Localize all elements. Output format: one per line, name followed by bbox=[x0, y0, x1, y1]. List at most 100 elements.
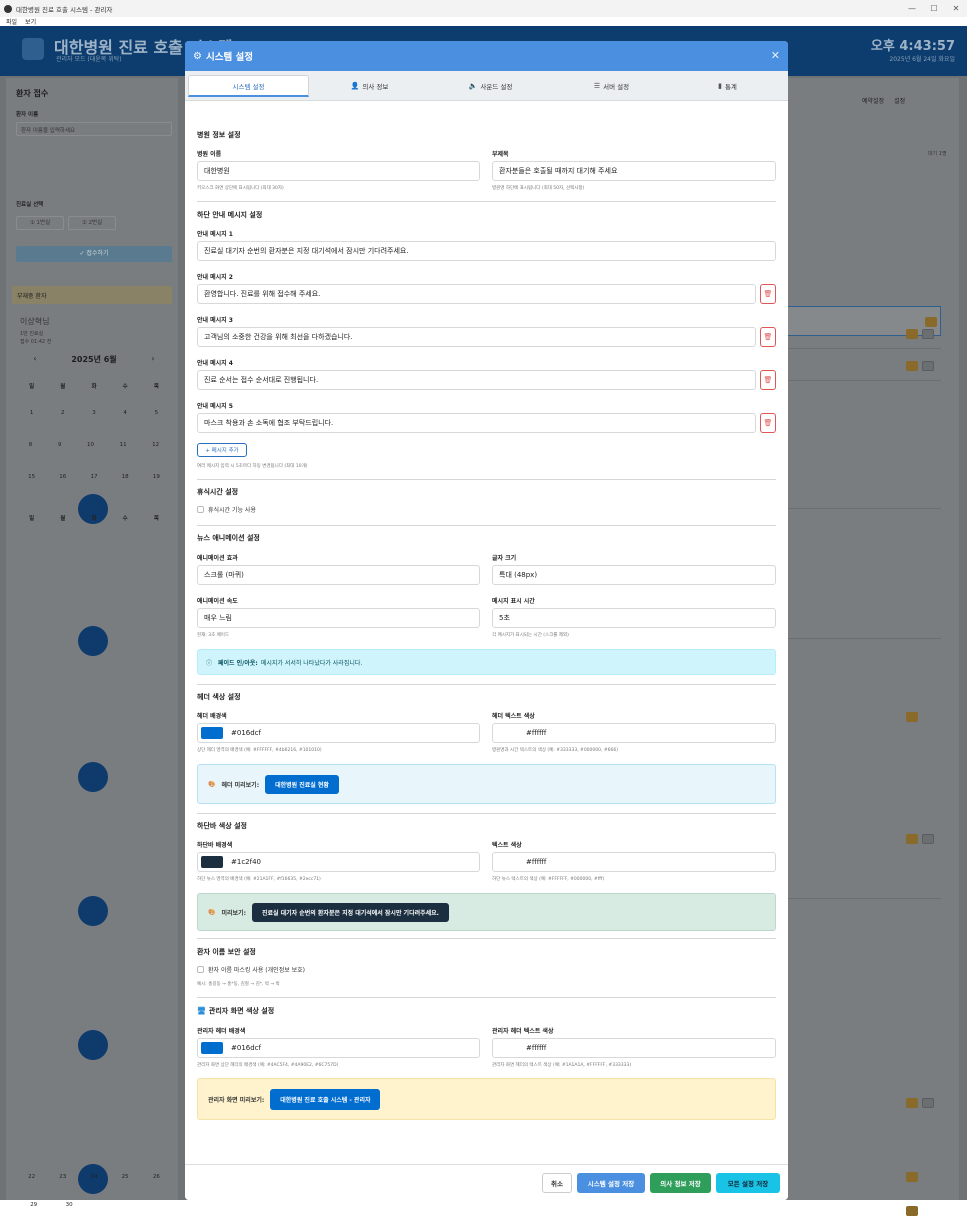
calendar-day[interactable]: 22 bbox=[28, 1174, 35, 1180]
trash-icon[interactable]: 🗑 bbox=[760, 327, 776, 347]
call-icon[interactable] bbox=[906, 361, 918, 371]
room-1-button[interactable]: ① 1번실 bbox=[16, 216, 64, 230]
absent-patients-header: 부재중 환자 bbox=[12, 286, 172, 304]
room-2-button[interactable]: ② 2번실 bbox=[68, 216, 116, 230]
header-text-color-picker[interactable] bbox=[496, 727, 518, 739]
calendar-today-marker bbox=[78, 762, 108, 792]
calendar-today-marker bbox=[78, 1030, 108, 1060]
calendar-prev-button[interactable]: ‹ bbox=[33, 354, 36, 365]
patient-name-input[interactable]: 환자 이름을 입력하세요 bbox=[16, 122, 172, 136]
tab-server-settings[interactable]: ☰ 서버 설정 bbox=[551, 75, 672, 97]
calendar-day[interactable]: 24 bbox=[90, 1174, 97, 1180]
footer-text-value[interactable]: #ffffff bbox=[526, 858, 546, 866]
admin-bg-label: 관리자 헤더 배경색 bbox=[197, 1028, 246, 1035]
header-text-value[interactable]: #ffffff bbox=[526, 729, 546, 737]
animation-effect-select[interactable]: 스크롤 (마퀴) bbox=[197, 565, 480, 585]
reservation-settings-button[interactable]: 예약설정 bbox=[862, 96, 884, 105]
hospital-name-input[interactable]: 대한병원 bbox=[197, 161, 480, 181]
admin-bg-value[interactable]: #016dcf bbox=[231, 1044, 261, 1052]
tab-system-settings[interactable]: 시스템 설정 bbox=[188, 75, 309, 97]
message-4-input[interactable]: 진료 순서는 접수 순서대로 진행됩니다. bbox=[197, 370, 756, 390]
calendar-day[interactable]: 4 bbox=[123, 410, 127, 416]
trash-icon[interactable]: 🗑 bbox=[760, 284, 776, 304]
call-icon[interactable] bbox=[906, 712, 918, 722]
maximize-button[interactable]: ☐ bbox=[922, 0, 946, 17]
checkbox-box[interactable] bbox=[197, 506, 204, 513]
display-time-select[interactable]: 5초 bbox=[492, 608, 776, 628]
trash-icon[interactable]: 🗑 bbox=[760, 370, 776, 390]
name-masking-checkbox[interactable]: 환자 이름 마스킹 사용 (개인정보 보호) bbox=[197, 965, 305, 974]
add-message-button[interactable]: + 메시지 추가 bbox=[197, 443, 247, 457]
settings-button[interactable]: 설정 bbox=[894, 96, 905, 105]
save-doctor-button[interactable]: 의사 정보 저장 bbox=[650, 1173, 711, 1193]
cancel-button[interactable]: 취소 bbox=[542, 1173, 572, 1193]
footer-bg-value[interactable]: #1c2f40 bbox=[231, 858, 261, 866]
calendar-day[interactable]: 25 bbox=[122, 1174, 129, 1180]
tab-statistics[interactable]: ▮ 통계 bbox=[672, 75, 783, 97]
calendar-day[interactable]: 3 bbox=[92, 410, 96, 416]
close-window-button[interactable]: ✕ bbox=[944, 0, 967, 17]
calendar-day[interactable]: 12 bbox=[152, 442, 159, 448]
calendar-day[interactable]: 2 bbox=[61, 410, 65, 416]
action-icon[interactable] bbox=[922, 834, 934, 844]
call-icon[interactable] bbox=[906, 1098, 918, 1108]
menu-bar: 파일 보기 bbox=[0, 17, 967, 26]
calendar-weekdays: 일 월 화 수 목 bbox=[16, 382, 172, 390]
rest-time-checkbox[interactable]: 휴식시간 기능 사용 bbox=[197, 505, 256, 514]
message-1-input[interactable]: 진료실 대기자 순번의 환자분은 지정 대기석에서 잠시만 기다려주세요. bbox=[197, 241, 776, 261]
tab-doctor-info[interactable]: 👤 의사 정보 bbox=[309, 75, 430, 97]
header-bg-value[interactable]: #016dcf bbox=[231, 729, 261, 737]
absent-patient-time: 접수 01:42 전 bbox=[20, 339, 52, 345]
minimize-button[interactable]: — bbox=[900, 0, 924, 17]
trash-icon[interactable]: 🗑 bbox=[760, 413, 776, 433]
calendar-day[interactable]: 17 bbox=[90, 474, 97, 480]
app-icon bbox=[4, 4, 12, 13]
close-icon[interactable]: ✕ bbox=[771, 49, 780, 62]
message-5-input[interactable]: 마스크 착용과 손 소독에 협조 부탁드립니다. bbox=[197, 413, 756, 433]
calendar-day[interactable]: 9 bbox=[58, 442, 62, 448]
row-divider bbox=[784, 348, 941, 349]
message-3-input[interactable]: 고객님의 소중한 건강을 위해 최선을 다하겠습니다. bbox=[197, 327, 756, 347]
calendar-title: 2025년 6월 bbox=[71, 355, 117, 364]
call-icon[interactable] bbox=[906, 329, 918, 339]
calendar-day[interactable]: 18 bbox=[122, 474, 129, 480]
checkbox-box[interactable] bbox=[197, 966, 204, 973]
animation-speed-select[interactable]: 매우 느림 bbox=[197, 608, 480, 628]
calendar-day[interactable]: 15 bbox=[28, 474, 35, 480]
tab-sound-settings[interactable]: 🔈 사운드 설정 bbox=[430, 75, 551, 97]
menu-file[interactable]: 파일 bbox=[6, 17, 17, 26]
calendar-day[interactable]: 26 bbox=[153, 1174, 160, 1180]
menu-view[interactable]: 보기 bbox=[25, 17, 36, 26]
calendar-day[interactable]: 23 bbox=[59, 1174, 66, 1180]
call-icon[interactable] bbox=[906, 834, 918, 844]
calendar-day[interactable]: 1 bbox=[30, 410, 34, 416]
calendar-day[interactable]: 8 bbox=[29, 442, 33, 448]
call-icon[interactable] bbox=[906, 1172, 918, 1182]
admin-bg-color-picker[interactable] bbox=[201, 1042, 223, 1054]
call-icon[interactable] bbox=[906, 1206, 918, 1216]
calendar-day[interactable]: 10 bbox=[87, 442, 94, 448]
admin-text-value[interactable]: #ffffff bbox=[526, 1044, 546, 1052]
calendar-day[interactable]: 30 bbox=[66, 1202, 73, 1208]
action-icon[interactable] bbox=[922, 329, 934, 339]
action-icon[interactable] bbox=[922, 1098, 934, 1108]
calendar-day[interactable]: 5 bbox=[155, 410, 159, 416]
subtitle-input[interactable]: 환자분들은 호출될 때까지 대기해 주세요 bbox=[492, 161, 776, 181]
save-system-button[interactable]: 시스템 설정 저장 bbox=[577, 1173, 645, 1193]
calendar-day[interactable]: 29 bbox=[30, 1202, 37, 1208]
footer-bg-color-picker[interactable] bbox=[201, 856, 223, 868]
footer-text-color-picker[interactable] bbox=[496, 856, 518, 868]
calendar-day[interactable]: 19 bbox=[153, 474, 160, 480]
call-icon[interactable] bbox=[925, 317, 937, 327]
save-all-button[interactable]: 모든 설정 저장 bbox=[716, 1173, 780, 1193]
message-2-input[interactable]: 환영합니다. 진료를 위해 접수해 주세요. bbox=[197, 284, 756, 304]
calendar-day[interactable]: 16 bbox=[59, 474, 66, 480]
header-bg-help: 상단 헤더 영역의 배경색 (예: #FFFFFF, #4b6216, #101… bbox=[197, 748, 322, 753]
font-size-select[interactable]: 특대 (48px) bbox=[492, 565, 776, 585]
submit-intake-button[interactable]: ✓ 접수하기 bbox=[16, 246, 172, 262]
calendar-next-button[interactable]: › bbox=[151, 354, 154, 365]
admin-text-color-picker[interactable] bbox=[496, 1042, 518, 1054]
calendar-day[interactable]: 11 bbox=[120, 442, 127, 448]
header-bg-color-picker[interactable] bbox=[201, 727, 223, 739]
action-icon[interactable] bbox=[922, 361, 934, 371]
